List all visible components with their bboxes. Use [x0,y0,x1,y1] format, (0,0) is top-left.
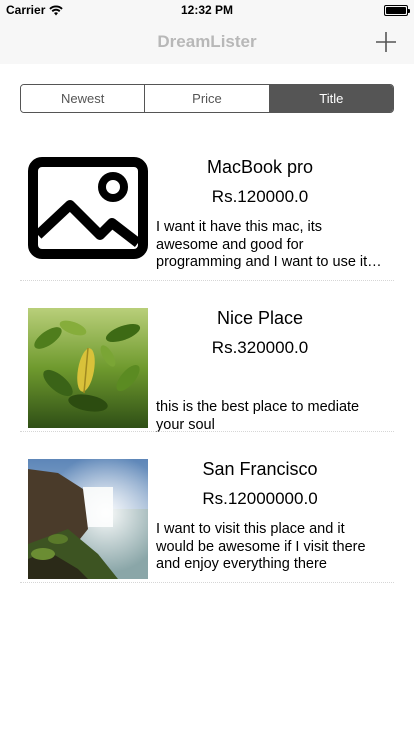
item-price: Rs.320000.0 [211,338,309,357]
placeholder-image-icon [28,157,148,259]
list-item[interactable]: San Francisco Rs.12000000.0 I want to vi… [20,432,394,583]
add-item-button[interactable] [372,28,400,56]
segment-newest[interactable]: Newest [21,85,146,112]
item-description: I want it have this mac, its awesome and… [156,219,368,270]
segment-title[interactable]: Title [269,85,393,112]
sort-segmented-control: Newest Price Title [20,84,394,113]
item-image [28,308,148,428]
list-item[interactable]: MacBook pro Rs.120000.0 I want it have t… [20,130,394,281]
plus-icon [376,32,396,52]
segment-price[interactable]: Price [145,85,270,112]
item-title: MacBook pro [206,157,314,177]
item-title: Nice Place [216,308,304,328]
item-description: I want to visit this place and it would … [156,521,366,572]
battery-icon [384,5,410,16]
waterfall-photo-icon [28,459,148,579]
item-image [28,157,148,277]
item-image [28,459,148,579]
leaves-photo-icon [28,308,148,428]
nav-title: DreamLister [157,32,257,51]
item-list: MacBook pro Rs.120000.0 I want it have t… [20,130,394,583]
status-bar: Carrier 12:32 PM [0,0,414,20]
item-description: this is the best place to mediate your s… [156,399,360,433]
list-item[interactable]: Nice Place Rs.320000.0 this is the best … [20,281,394,433]
status-time: 12:32 PM [180,3,234,17]
item-price: Rs.120000.0 [211,187,309,206]
item-price: Rs.12000000.0 [202,489,318,508]
item-title: San Francisco [202,459,318,479]
nav-bar: DreamLister [0,20,414,64]
